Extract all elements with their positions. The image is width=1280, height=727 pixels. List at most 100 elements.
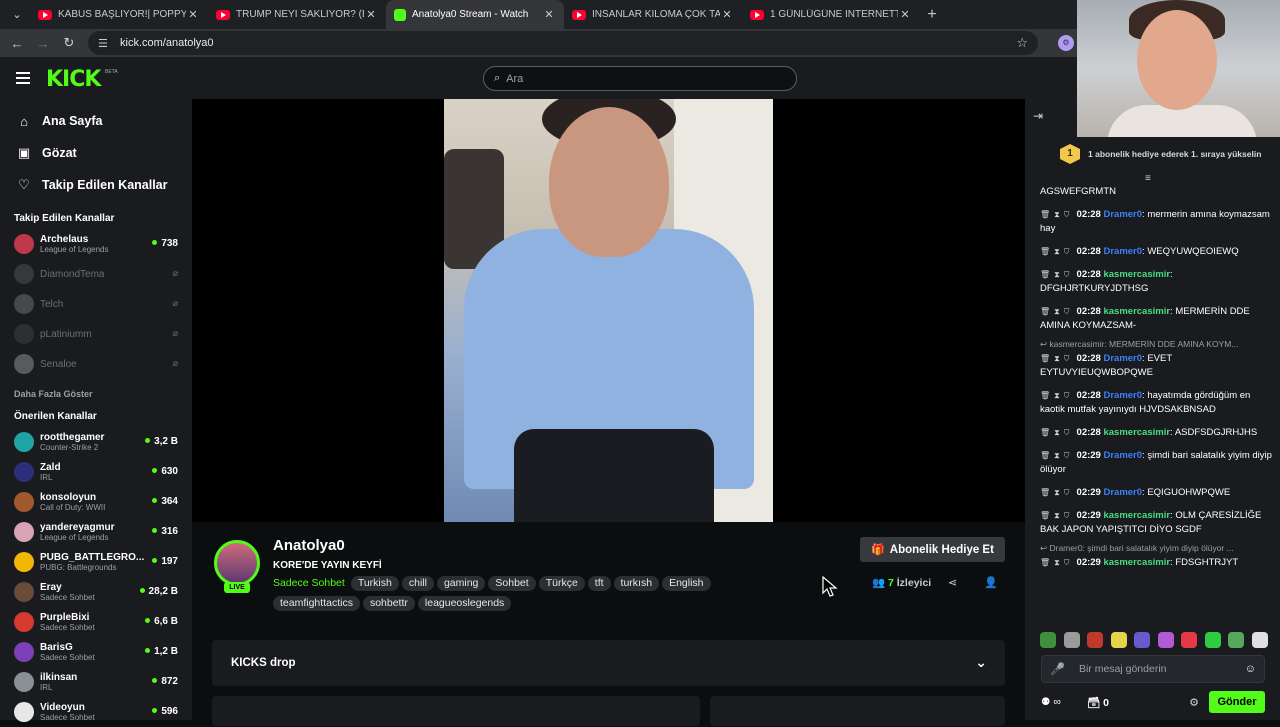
- channel-item[interactable]: Telch ⌀: [0, 289, 192, 319]
- stream-tag[interactable]: chill: [401, 576, 434, 591]
- emoji-icon[interactable]: ☺: [1245, 663, 1256, 675]
- site-settings-icon[interactable]: ☰: [98, 37, 112, 50]
- mod-tools-icon[interactable]: 🗑⧗⛉: [1040, 558, 1074, 567]
- kick-logo[interactable]: KICK: [46, 67, 101, 92]
- browser-tab[interactable]: İNSANLAR KİLOMA ÇOK TAKIK✕: [564, 0, 742, 29]
- mod-tools-icon[interactable]: 🗑⧗⛉: [1040, 488, 1074, 497]
- channel-points[interactable]: ⚉ ∞: [1041, 696, 1061, 708]
- close-tab-icon[interactable]: ✕: [720, 8, 734, 21]
- channel-item[interactable]: PurpleBixi Sadece Sohbet 6,6 B: [0, 607, 192, 637]
- message-username[interactable]: kasmercasimir: [1103, 427, 1170, 438]
- extension-icon[interactable]: ⚙: [1058, 35, 1074, 51]
- stream-tag[interactable]: tft: [587, 576, 611, 591]
- message-username[interactable]: kasmercasimir: [1103, 269, 1170, 280]
- stream-tag[interactable]: sohbettr: [362, 596, 415, 611]
- mod-tools-icon[interactable]: 🗑⧗⛉: [1040, 451, 1074, 460]
- emote-icon[interactable]: [1157, 632, 1174, 648]
- forward-icon[interactable]: →: [30, 36, 56, 51]
- emote-icon[interactable]: [1228, 632, 1245, 648]
- emote-icon[interactable]: [1040, 632, 1056, 648]
- stream-tag[interactable]: Turkish: [350, 576, 399, 591]
- stream-tag[interactable]: leagueoslegends: [417, 596, 512, 611]
- channel-item[interactable]: ilkinsan IRL 872: [0, 667, 192, 697]
- bookmark-star-icon[interactable]: ☆: [1016, 35, 1028, 51]
- emote-icon[interactable]: [1087, 632, 1104, 648]
- message-username[interactable]: kasmercasimir: [1103, 306, 1170, 317]
- mod-tools-icon[interactable]: 🗑⧗⛉: [1040, 511, 1074, 520]
- close-tab-icon[interactable]: ✕: [542, 8, 556, 21]
- search-input[interactable]: ⌕ Ara: [483, 66, 797, 91]
- tab-search-chevron-icon[interactable]: ⌄: [4, 4, 30, 26]
- nav-item[interactable]: ▣ Gözat: [0, 137, 192, 169]
- browser-tab[interactable]: 1 GÜNLÜĞÜNE İNTERNETTE Ç✕: [742, 0, 920, 29]
- expand-pinned-icon[interactable]: ≡: [1145, 173, 1151, 184]
- channel-item[interactable]: PUBG_BATTLEGRO... PUBG: Battlegrounds 197: [0, 547, 192, 577]
- microphone-icon[interactable]: 🎤: [1050, 662, 1065, 676]
- channel-avatar[interactable]: [214, 540, 260, 586]
- mod-tools-icon[interactable]: 🗑⧗⛉: [1040, 247, 1074, 256]
- emote-icon[interactable]: [1134, 632, 1151, 648]
- chat-settings-icon[interactable]: ⚙: [1189, 696, 1199, 709]
- mod-tools-icon[interactable]: 🗑⧗⛉: [1040, 270, 1074, 279]
- message-username[interactable]: kasmercasimir: [1103, 510, 1170, 521]
- emote-icon[interactable]: [1251, 632, 1268, 648]
- channel-item[interactable]: Archelaus League of Legends 738: [0, 229, 192, 259]
- chat-message-input[interactable]: 🎤 Bir mesaj gönderin ☺: [1041, 655, 1265, 683]
- stream-tag[interactable]: English: [662, 576, 711, 591]
- channel-item[interactable]: konsoloyun Call of Duty: WWII 364: [0, 487, 192, 517]
- browser-tab[interactable]: KÂBUS BAŞLIYOR!| POPPY PLAY✕: [30, 0, 208, 29]
- channel-item[interactable]: Eray Sadece Sohbet 28,2 B: [0, 577, 192, 607]
- channel-item[interactable]: BarisG Sadece Sohbet 1,2 B: [0, 637, 192, 667]
- message-username[interactable]: kasmercasimir: [1103, 557, 1170, 568]
- stream-tag[interactable]: Sohbet: [488, 576, 536, 591]
- channel-item[interactable]: pLatiniumm ⌀: [0, 319, 192, 349]
- browser-tab[interactable]: TRUMP NEYİ SAKLIYOR? (Epste✕: [208, 0, 386, 29]
- channel-item[interactable]: yandereyagmur League of Legends 316: [0, 517, 192, 547]
- close-tab-icon[interactable]: ✕: [364, 8, 378, 21]
- show-more-link[interactable]: Daha Fazla Göster: [0, 381, 192, 407]
- send-button[interactable]: Gönder: [1209, 691, 1265, 713]
- channel-item[interactable]: DiamondTema ⌀: [0, 259, 192, 289]
- kicks-balance[interactable]: 🗃 0: [1087, 696, 1109, 709]
- new-tab-button[interactable]: +: [920, 6, 944, 24]
- nav-item[interactable]: ⌂ Ana Sayfa: [0, 105, 192, 137]
- mod-tools-icon[interactable]: 🗑⧗⛉: [1040, 391, 1074, 400]
- video-player[interactable]: [192, 99, 1025, 522]
- stream-tag[interactable]: gaming: [436, 576, 486, 591]
- message-username[interactable]: Dramer0: [1103, 353, 1142, 364]
- category-link[interactable]: Sadece Sohbet: [273, 576, 345, 591]
- mod-tools-icon[interactable]: 🗑⧗⛉: [1040, 307, 1074, 316]
- emote-icon[interactable]: [1204, 632, 1221, 648]
- share-icon[interactable]: ⋖: [948, 576, 957, 589]
- mod-tools-icon[interactable]: 🗑⧗⛉: [1040, 210, 1074, 219]
- channel-item[interactable]: rootthegamer Counter-Strike 2 3,2 B: [0, 427, 192, 457]
- collapse-chat-icon[interactable]: ⇥: [1033, 109, 1043, 123]
- stream-tag[interactable]: teamfighttactics: [273, 596, 360, 611]
- mod-tools-icon[interactable]: 🗑⧗⛉: [1040, 428, 1074, 437]
- nav-item[interactable]: ♡ Takip Edilen Kanallar: [0, 169, 192, 201]
- url-field[interactable]: ☰ kick.com/anatolya0 ☆: [88, 31, 1038, 55]
- emote-icon[interactable]: [1110, 632, 1127, 648]
- message-username[interactable]: Dramer0: [1103, 209, 1142, 220]
- follow-user-icon[interactable]: 👤: [984, 576, 998, 589]
- channel-item[interactable]: Zald IRL 630: [0, 457, 192, 487]
- message-username[interactable]: Dramer0: [1103, 390, 1142, 401]
- stream-tag[interactable]: turkısh: [613, 576, 660, 591]
- close-tab-icon[interactable]: ✕: [898, 8, 912, 21]
- message-username[interactable]: Dramer0: [1103, 450, 1142, 461]
- channel-item[interactable]: Videoyun Sadece Sohbet 596: [0, 697, 192, 727]
- gift-subscription-button[interactable]: 🎁 Abonelik Hediye Et: [860, 537, 1005, 562]
- channel-item[interactable]: Senaloe ⌀: [0, 349, 192, 379]
- reload-icon[interactable]: ↻: [56, 35, 82, 51]
- browser-tab[interactable]: Anatolya0 Stream - Watch ✕: [386, 0, 564, 29]
- chevron-down-icon[interactable]: ⌄: [975, 654, 987, 671]
- stream-tag[interactable]: Türkçe: [538, 576, 585, 591]
- message-username[interactable]: Dramer0: [1103, 487, 1142, 498]
- gift-leaderboard-banner[interactable]: 1 1 abonelik hediye ederek 1. sıraya yük…: [1060, 139, 1270, 169]
- channel-name[interactable]: Anatolya0: [273, 537, 345, 554]
- close-tab-icon[interactable]: ✕: [186, 8, 200, 21]
- message-username[interactable]: Dramer0: [1103, 246, 1142, 257]
- stream-video[interactable]: [444, 99, 773, 522]
- mod-tools-icon[interactable]: 🗑⧗⛉: [1040, 354, 1074, 363]
- emote-icon[interactable]: [1063, 632, 1080, 648]
